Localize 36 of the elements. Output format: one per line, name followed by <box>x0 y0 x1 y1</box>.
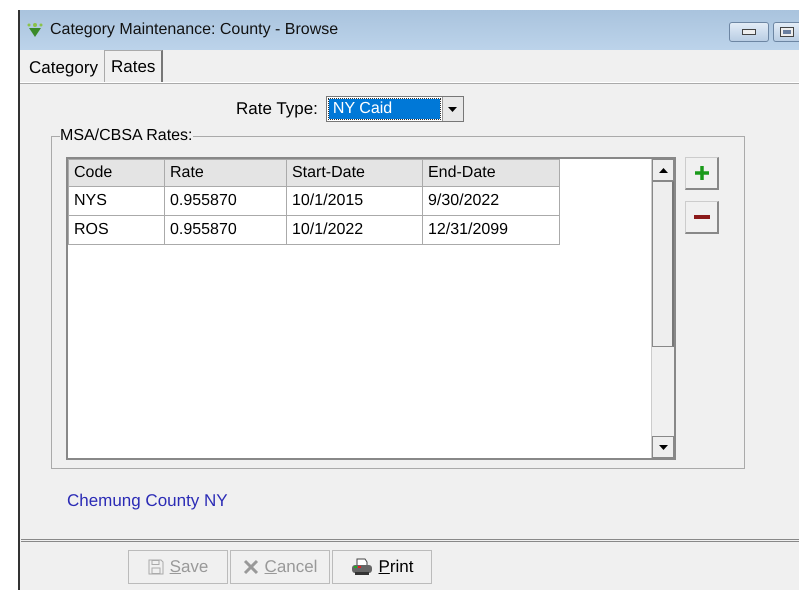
print-button[interactable]: Print <box>332 550 432 584</box>
table-cell: 10/1/2022 <box>286 216 422 245</box>
window-title: Category Maintenance: County - Browse <box>50 20 338 39</box>
table-cell: 0.955870 <box>164 186 286 216</box>
column-header[interactable]: End-Date <box>422 160 560 187</box>
rate-type-dropdown[interactable]: NY Caid <box>326 96 464 122</box>
caret-icon <box>448 106 458 112</box>
table-cell: 0.955870 <box>164 216 286 245</box>
add-button[interactable] <box>685 157 719 190</box>
column-header[interactable]: Start-Date <box>286 160 422 187</box>
scroll-thumb[interactable] <box>652 181 674 348</box>
rate-type-label: Rate Type: <box>236 99 318 120</box>
scroll-down-button[interactable] <box>652 436 674 458</box>
up-arrow-icon <box>658 168 668 173</box>
table-cell: 10/1/2015 <box>286 186 422 216</box>
x-icon <box>242 559 259 576</box>
minimize-button[interactable] <box>729 22 769 42</box>
column-header[interactable]: Code <box>68 160 164 187</box>
maximize-button[interactable] <box>773 22 799 42</box>
printer-icon <box>350 558 373 576</box>
sprout-icon <box>26 22 44 38</box>
minimize-icon <box>742 29 756 35</box>
tab[interactable]: Rates <box>104 50 164 82</box>
table-cell: NYS <box>68 186 164 216</box>
table-cell: 9/30/2022 <box>422 186 560 216</box>
down-arrow-icon <box>658 444 668 450</box>
maximize-icon <box>780 27 794 37</box>
scroll-up-button[interactable] <box>652 159 674 182</box>
table-cell: 12/31/2099 <box>422 216 560 245</box>
column-header[interactable]: Rate <box>164 160 286 187</box>
minus-icon <box>694 215 710 220</box>
county-label: Chemung County NY <box>67 491 229 512</box>
group-title: MSA/CBSA Rates: <box>60 127 192 146</box>
table-cell: ROS <box>68 216 164 245</box>
plus-icon <box>694 166 708 180</box>
remove-button[interactable] <box>685 201 719 234</box>
